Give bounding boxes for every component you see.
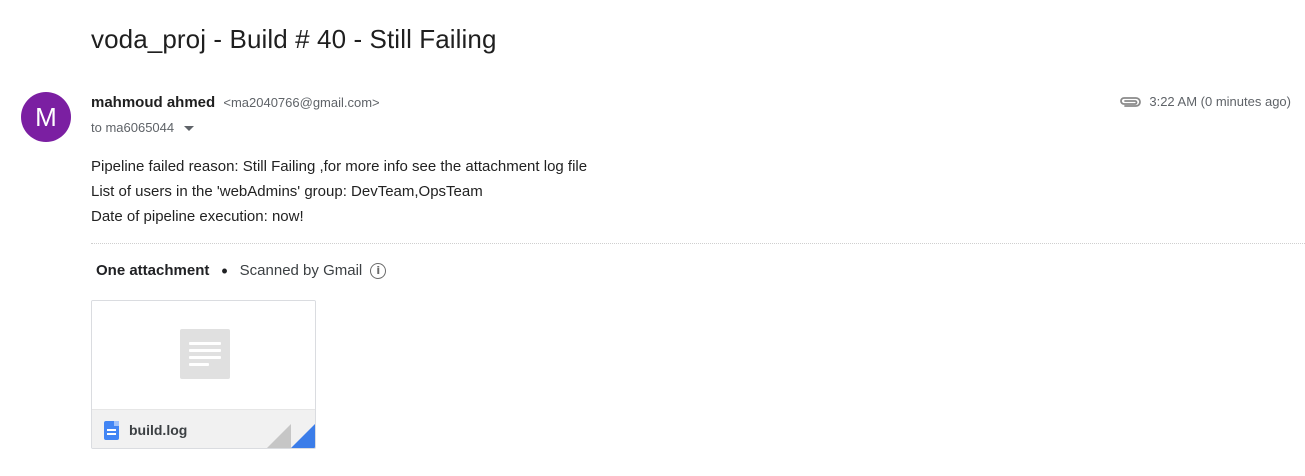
sender-name[interactable]: mahmoud ahmed (91, 94, 215, 111)
document-icon (104, 420, 119, 440)
email-meta: 3:22 AM (0 minutes ago) (1119, 94, 1291, 109)
email-body: Pipeline failed reason: Still Failing ,f… (91, 154, 587, 229)
document-preview-icon (180, 329, 230, 379)
attachments-divider (91, 243, 1305, 244)
sender-avatar[interactable]: M (21, 92, 71, 142)
info-icon[interactable]: i (370, 262, 387, 279)
email-subject: voda_proj - Build # 40 - Still Failing (91, 24, 497, 54)
attachment-filename: build.log (129, 422, 188, 438)
attachment-count: One attachment (96, 262, 210, 279)
email-timestamp: 3:22 AM (0 minutes ago) (1149, 94, 1291, 109)
attachment-card[interactable]: build.log (91, 300, 316, 449)
file-type-corner-icon (291, 424, 315, 448)
scanned-by-gmail: Scanned by Gmail (239, 262, 363, 279)
paperclip-icon (1120, 96, 1142, 107)
body-line: List of users in the 'webAdmins' group: … (91, 183, 483, 200)
sender-email: <ma2040766@gmail.com> (223, 95, 380, 110)
recipient-details-toggle[interactable]: to ma6065044 (91, 120, 195, 135)
caret-down-icon[interactable] (184, 126, 195, 131)
attachments-header: One attachment • Scanned by Gmail i (96, 260, 387, 281)
separator-dot: • (221, 260, 228, 281)
body-line: Pipeline failed reason: Still Failing ,f… (91, 158, 588, 175)
recipient-label: to ma6065044 (91, 120, 175, 135)
attachment-preview[interactable] (92, 301, 315, 409)
sender-line: mahmoud ahmed <ma2040766@gmail.com> (91, 94, 380, 111)
page-fold-icon (267, 424, 291, 448)
body-line: Date of pipeline execution: now! (91, 208, 304, 225)
